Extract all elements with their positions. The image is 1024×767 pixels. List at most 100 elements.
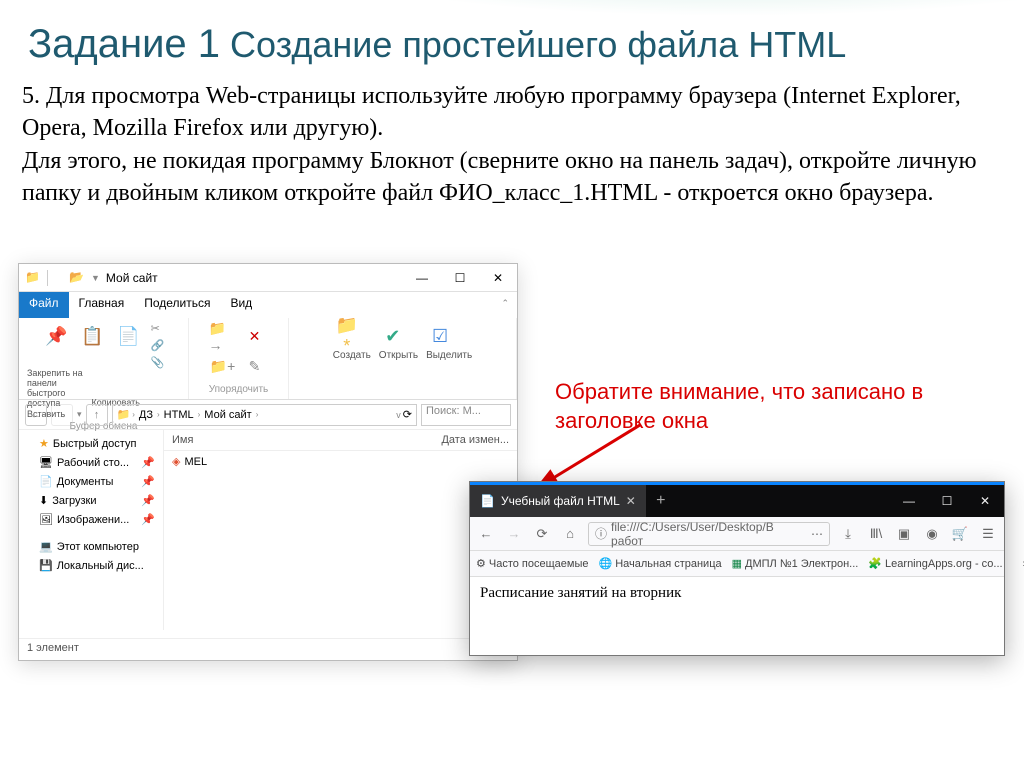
search-input[interactable]: Поиск: М... xyxy=(421,404,511,426)
new-folder-icon[interactable]: 📁* xyxy=(333,322,361,350)
select-all-icon[interactable]: ☑ xyxy=(426,322,454,350)
menu-icon[interactable]: ☰ xyxy=(978,526,998,542)
paste-icon[interactable]: 📄 xyxy=(115,322,143,350)
up-button[interactable]: ↑ xyxy=(86,404,108,426)
back-button[interactable]: ← xyxy=(476,526,496,541)
browser-window: 📄 Учебный файл HTML ✕ + — ☐ ✕ ← → ⟳ ⌂ ⓘ … xyxy=(469,481,1005,656)
back-button[interactable]: ← xyxy=(25,404,47,426)
download-icon: ⬇ xyxy=(39,494,48,507)
more-icon[interactable]: ⋯ xyxy=(811,527,823,541)
sidebar-local-disk[interactable]: 💾Локальный дис... xyxy=(19,556,163,575)
chevron-down-icon[interactable]: ▼ xyxy=(91,273,100,283)
page-content: Расписание занятий на вторник xyxy=(470,577,1004,610)
browser-minimize-button[interactable]: — xyxy=(890,485,928,517)
cut-icon[interactable]: ✂ xyxy=(151,322,165,335)
sidebar-desktop[interactable]: 🖥Рабочий сто...📌 xyxy=(19,453,163,472)
tab-file[interactable]: Файл xyxy=(19,292,69,318)
pin-icon[interactable]: 📌 xyxy=(43,322,71,350)
explorer-file-list: Имя Дата измен... ◈ MEL xyxy=(164,430,517,630)
forward-button[interactable]: → xyxy=(504,526,524,541)
tab-share[interactable]: Поделиться xyxy=(134,292,220,318)
page-icon: 📄 xyxy=(480,494,495,508)
sidebar-quick-access[interactable]: ★Быстрый доступ xyxy=(19,434,163,453)
breadcrumb-seg-0[interactable]: ДЗ xyxy=(137,409,155,421)
create-label: Создать xyxy=(333,350,371,361)
title-part-2: Создание простейшего файла HTML xyxy=(230,24,846,65)
body-text: 5. Для просмотра Web-страницы используйт… xyxy=(22,80,994,210)
open-icon[interactable]: ✔ xyxy=(379,322,407,350)
history-dropdown[interactable]: ▾ xyxy=(77,409,82,420)
html-file-icon: ◈ xyxy=(172,455,180,468)
minimize-button[interactable]: — xyxy=(403,264,441,292)
star-icon: ★ xyxy=(39,437,49,450)
rename-icon[interactable]: ✎ xyxy=(241,352,269,380)
browser-tab[interactable]: 📄 Учебный файл HTML ✕ xyxy=(470,485,646,517)
browser-close-button[interactable]: ✕ xyxy=(966,485,1004,517)
file-name: MEL xyxy=(184,456,207,468)
folder-icon: 📁 xyxy=(117,408,131,421)
explorer-window-title: Мой сайт xyxy=(106,271,158,285)
explorer-sidebar: ★Быстрый доступ 🖥Рабочий сто...📌 📄Докуме… xyxy=(19,430,164,630)
explorer-status-bar: 1 элемент ☰ ▦ xyxy=(19,638,517,660)
copy-icon[interactable]: 📋 xyxy=(79,322,107,350)
tab-title: Учебный файл HTML xyxy=(501,494,620,508)
explorer-titlebar: 📁 📂 ▼ Мой сайт — ☐ ✕ xyxy=(19,264,517,292)
sidebar-this-pc[interactable]: 💻Этот компьютер xyxy=(19,537,163,556)
new-tab-button[interactable]: + xyxy=(646,485,676,517)
file-item[interactable]: ◈ MEL xyxy=(164,451,517,472)
sidebar-downloads[interactable]: ⬇Загрузки📌 xyxy=(19,491,163,510)
open-label: Открыть xyxy=(379,350,418,361)
sidebar-documents[interactable]: 📄Документы📌 xyxy=(19,472,163,491)
bookmark-startpage[interactable]: 🌐Начальная страница xyxy=(598,557,721,570)
explorer-tabs: Файл Главная Поделиться Вид ⌃ xyxy=(19,292,517,318)
globe-icon: 🌐 xyxy=(598,557,612,570)
document-icon: 📄 xyxy=(39,475,53,488)
close-button[interactable]: ✕ xyxy=(479,264,517,292)
pin-label: Закрепить на панели быстрого доступа xyxy=(27,369,89,409)
ribbon-collapse-icon[interactable]: ⌃ xyxy=(493,292,517,318)
forward-button[interactable]: → xyxy=(51,404,73,426)
breadcrumb[interactable]: 📁 › ДЗ › HTML › Мой сайт › v ⟳ xyxy=(112,404,417,426)
home-button[interactable]: ⌂ xyxy=(560,526,580,541)
sidebar-pictures[interactable]: 🖼Изображени...📌 xyxy=(19,510,163,529)
slide-title: Задание 1 Создание простейшего файла HTM… xyxy=(28,22,846,67)
download-icon[interactable]: ⤓ xyxy=(838,526,858,542)
ribbon-group-organize: Упорядочить xyxy=(209,384,269,395)
move-icon[interactable]: 📁→ xyxy=(209,322,237,350)
shortcut-icon[interactable]: 📎 xyxy=(151,356,165,369)
breadcrumb-seg-2[interactable]: Мой сайт xyxy=(202,409,253,421)
folder-icon[interactable]: 📁 xyxy=(25,270,41,286)
qat-separator xyxy=(47,270,63,286)
column-date[interactable]: Дата измен... xyxy=(441,434,509,446)
column-name[interactable]: Имя xyxy=(172,434,441,446)
tab-home[interactable]: Главная xyxy=(69,292,135,318)
maximize-button[interactable]: ☐ xyxy=(441,264,479,292)
pc-icon: 💻 xyxy=(39,540,53,553)
explorer-window: 📁 📂 ▼ Мой сайт — ☐ ✕ Файл Главная Подели… xyxy=(18,263,518,661)
copy-to-icon[interactable]: 📁+ xyxy=(209,352,237,380)
bookmark-frequent[interactable]: ⚙Часто посещаемые xyxy=(476,557,588,570)
browser-maximize-button[interactable]: ☐ xyxy=(928,485,966,517)
column-headers[interactable]: Имя Дата измен... xyxy=(164,430,517,451)
account-icon[interactable]: ◉ xyxy=(922,526,942,542)
pin-icon: 📌 xyxy=(141,494,155,507)
bookmark-dmpl[interactable]: ▦ДМПЛ №1 Электрон... xyxy=(732,557,859,570)
bookmark-learningapps[interactable]: 🧩LearningApps.org - со... xyxy=(868,557,1002,570)
sidebar-icon[interactable]: ▣ xyxy=(894,526,914,542)
folder-open-icon[interactable]: 📂 xyxy=(69,270,85,286)
delete-icon[interactable]: ✕ xyxy=(241,322,269,350)
cart-icon[interactable]: 🛒 xyxy=(950,526,970,542)
address-bar[interactable]: ⓘ file:///C:/Users/User/Desktop/В работ … xyxy=(588,522,830,546)
tab-close-icon[interactable]: ✕ xyxy=(626,494,636,508)
info-icon[interactable]: ⓘ xyxy=(595,525,607,542)
disk-icon: 💾 xyxy=(39,559,53,572)
pin-icon: 📌 xyxy=(141,475,155,488)
copy-path-icon[interactable]: 🔗 xyxy=(151,339,165,352)
reload-button[interactable]: ⟳ xyxy=(532,526,552,542)
library-icon[interactable]: Ⅲ\ xyxy=(866,526,886,542)
refresh-icon[interactable]: ⟳ xyxy=(403,408,412,421)
breadcrumb-seg-1[interactable]: HTML xyxy=(162,409,196,421)
tab-view[interactable]: Вид xyxy=(220,292,262,318)
pin-icon: 📌 xyxy=(141,456,155,469)
item-count: 1 элемент xyxy=(27,642,79,657)
